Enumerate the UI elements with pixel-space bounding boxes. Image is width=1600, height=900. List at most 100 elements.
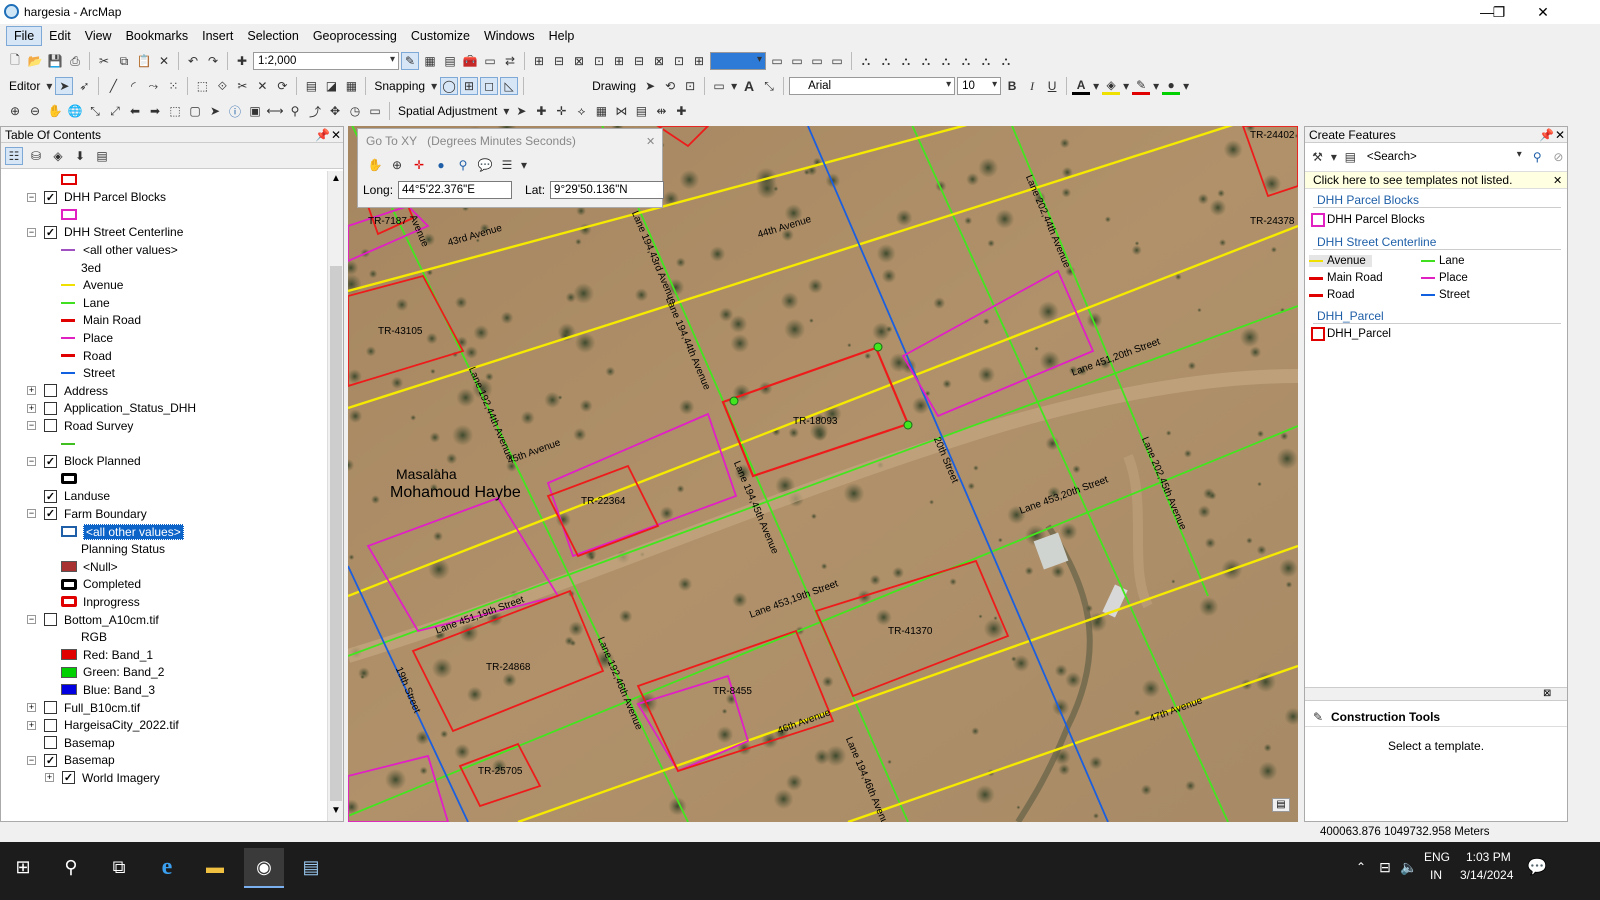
identify-icon[interactable]: ⓘ — [226, 102, 244, 120]
collapse-icon[interactable]: − — [27, 227, 36, 237]
toc-layer-row[interactable]: ✓ Landuse — [27, 488, 110, 505]
template-item[interactable]: Road — [1309, 289, 1361, 301]
adjust-select-icon[interactable]: ➤ — [512, 102, 530, 120]
point-snapping-icon[interactable]: ◯ — [440, 77, 459, 95]
menu-edit[interactable]: Edit — [42, 27, 78, 45]
line-symbol-swatch[interactable] — [61, 248, 75, 251]
template-item[interactable]: Lane — [1421, 255, 1471, 267]
go-to-xy-icon[interactable]: ✥ — [326, 102, 344, 120]
fixed-zoom-out-icon[interactable]: ⤢ — [106, 102, 124, 120]
undo-icon[interactable]: ↶ — [184, 52, 202, 70]
language-code[interactable]: ENG — [1424, 850, 1450, 864]
topology-icon-8[interactable]: ⛬ — [997, 52, 1015, 70]
georef-icon-1[interactable]: ⊞ — [530, 52, 548, 70]
copy-icon[interactable]: ⧉ — [115, 52, 133, 70]
list-by-visibility-icon[interactable]: ◈ — [49, 147, 67, 165]
collapse-icon[interactable]: − — [27, 192, 36, 202]
layer-visibility-checkbox[interactable] — [44, 419, 57, 433]
layer-visibility-checkbox[interactable]: ✓ — [44, 225, 57, 239]
georef-icon-4[interactable]: ⊡ — [590, 52, 608, 70]
topology-icon-1[interactable]: ⛬ — [857, 52, 875, 70]
edit-annotation-icon[interactable]: ➶ — [75, 77, 93, 95]
text-tool-icon[interactable]: A — [740, 77, 758, 95]
expand-icon[interactable]: + — [45, 773, 54, 783]
scroll-down-icon[interactable]: ▼ — [331, 805, 341, 816]
create-features-icon[interactable]: ▦ — [342, 77, 360, 95]
close-window-button[interactable]: ✕ — [1520, 0, 1566, 24]
layer-visibility-checkbox[interactable] — [44, 401, 57, 415]
menu-view[interactable]: View — [78, 27, 119, 45]
add-labeled-point-icon[interactable]: ⚲ — [454, 156, 472, 174]
latitude-input[interactable] — [550, 181, 665, 199]
topology-icon-2[interactable]: ⛬ — [877, 52, 895, 70]
split-icon[interactable]: ✕ — [253, 77, 271, 95]
flash-icon[interactable]: ✛ — [410, 156, 428, 174]
windows-start-icon[interactable]: ⊞ — [8, 852, 38, 882]
toc-row-label[interactable]: Full_B10cm.tif — [64, 701, 140, 715]
cut-icon[interactable]: ✂ — [95, 52, 113, 70]
layer-visibility-checkbox[interactable]: ✓ — [44, 507, 57, 521]
fixed-zoom-in-icon[interactable]: ⤡ — [86, 102, 104, 120]
snapping-menu[interactable]: Snapping — [371, 79, 428, 93]
toc-layer-row[interactable]: Basemap — [27, 734, 115, 751]
notepad-icon[interactable]: ▤ — [296, 852, 326, 882]
toc-row-label[interactable]: Road Survey — [64, 419, 133, 433]
expand-icon[interactable]: + — [27, 720, 36, 730]
list-by-selection-icon[interactable]: ⬇ — [71, 147, 89, 165]
templates-notice-bar[interactable]: Click here to see templates not listed. … — [1305, 171, 1567, 189]
topology-icon-6[interactable]: ⛬ — [957, 52, 975, 70]
layer-visibility-checkbox[interactable]: ✓ — [44, 489, 57, 503]
trace-icon[interactable]: ⤳ — [144, 77, 162, 95]
layer-visibility-checkbox[interactable] — [44, 718, 57, 732]
adjust-preview-icon[interactable]: ▤ — [632, 102, 650, 120]
toc-row-label[interactable]: Farm Boundary — [64, 507, 147, 521]
toc-row-label[interactable]: Basemap — [64, 736, 115, 750]
reshape-icon[interactable]: ⟐ — [213, 77, 231, 95]
menu-help[interactable]: Help — [542, 27, 582, 45]
rotate-element-icon[interactable]: ⟲ — [661, 77, 679, 95]
save-icon[interactable]: 💾 — [46, 52, 64, 70]
template-item[interactable]: DHH Parcel Blocks — [1311, 213, 1425, 227]
toc-row-label[interactable]: Bottom_A10cm.tif — [64, 613, 159, 627]
toc-layer-row[interactable]: − ✓ Block Planned — [27, 453, 141, 470]
close-icon[interactable]: ✕ — [1555, 128, 1565, 142]
georef-icon-5[interactable]: ⊞ — [610, 52, 628, 70]
template-item[interactable]: Avenue — [1309, 255, 1372, 267]
underline-button[interactable]: U — [1043, 77, 1061, 95]
units-menu-icon[interactable]: ☰ — [498, 156, 516, 174]
arcmap-taskbar-icon[interactable]: ◉ — [244, 848, 284, 888]
toc-layer-row[interactable]: − ✓ DHH Street Centerline — [27, 224, 183, 241]
clock-date[interactable]: 3/14/2024 — [1460, 868, 1513, 882]
close-icon[interactable]: ✕ — [331, 128, 341, 142]
expand-icon[interactable]: + — [27, 403, 36, 413]
cut-polygons-icon[interactable]: ✂ — [233, 77, 251, 95]
zoom-whole-page-icon[interactable]: ⊡ — [681, 77, 699, 95]
longitude-input[interactable] — [398, 181, 513, 199]
layer-visibility-checkbox[interactable]: ✓ — [62, 771, 75, 785]
toc-row-label[interactable]: RGB — [81, 630, 107, 644]
polygon-symbol-swatch[interactable] — [61, 209, 77, 221]
modelbuilder-icon[interactable]: ⇄ — [501, 52, 519, 70]
templates-notice[interactable]: Click here to see templates not listed. — [1313, 173, 1512, 187]
catalog-icon[interactable]: ▤ — [441, 52, 459, 70]
topology-icon-5[interactable]: ⛬ — [937, 52, 955, 70]
toc-layer-row[interactable]: + Application_Status_DHH — [27, 400, 196, 417]
zoom-to-icon[interactable]: ⊕ — [388, 156, 406, 174]
full-extent-icon[interactable]: 🌐 — [66, 102, 84, 120]
toc-row-label[interactable]: DHH Parcel Blocks — [64, 190, 166, 204]
toc-row-label[interactable]: Place — [83, 331, 113, 345]
template-item[interactable]: Main Road — [1309, 272, 1389, 284]
clock-time[interactable]: 1:03 PM — [1466, 850, 1511, 864]
restore-button[interactable]: ❐ — [1476, 0, 1522, 24]
vertex-handle[interactable] — [873, 342, 883, 352]
toc-scrollbar[interactable]: ▲ ▼ — [327, 171, 343, 821]
python-icon[interactable]: ▭ — [481, 52, 499, 70]
layer-visibility-checkbox[interactable] — [44, 384, 57, 398]
expand-icon[interactable]: + — [27, 703, 36, 712]
modify-link-icon[interactable]: ✛ — [552, 102, 570, 120]
rotate-icon[interactable]: ⟳ — [273, 77, 291, 95]
layout-icon-3[interactable]: ▭ — [808, 52, 826, 70]
layout-icon-4[interactable]: ▭ — [828, 52, 846, 70]
layer-visibility-checkbox[interactable]: ✓ — [44, 454, 57, 468]
add-tool-icon[interactable]: ✚ — [672, 102, 690, 120]
